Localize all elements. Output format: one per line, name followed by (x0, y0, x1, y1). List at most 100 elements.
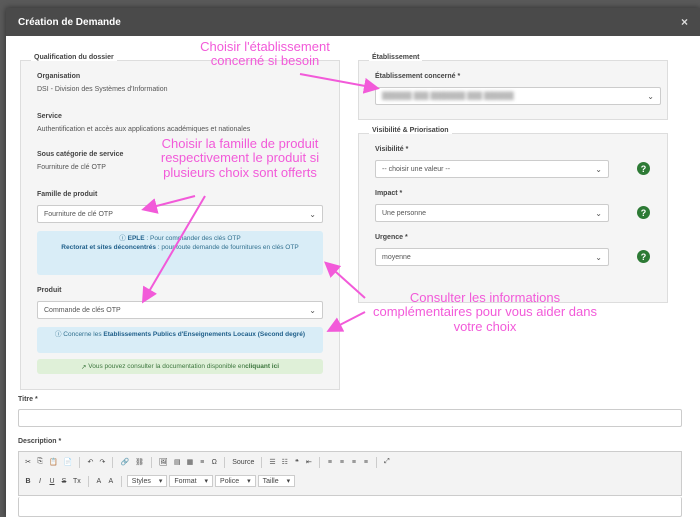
produit-info-box: ⓘ Concerne les Etablissements Publics d'… (37, 327, 323, 353)
italic-button[interactable]: I (35, 475, 45, 487)
toolbar-separator (261, 456, 263, 468)
produit-value: Commande de clés OTP (44, 306, 121, 314)
remove-format-button[interactable]: Tx (71, 475, 83, 487)
chevron-down-icon: ▾ (204, 478, 209, 485)
visibilite-label: Visibilité * (375, 146, 409, 153)
info1-text2: : pour toute demande de fournitures en c… (155, 244, 299, 252)
text-color-button[interactable]: A (94, 475, 104, 487)
chevron-down-icon: ⌄ (595, 252, 602, 262)
qualification-legend: Qualification du dossier (31, 54, 117, 61)
styles-combo[interactable]: Styles ▾ (126, 475, 168, 487)
styles-label: Styles (131, 477, 151, 485)
justify-icon[interactable]: ≡ (361, 456, 371, 468)
etablissement-fieldset: Établissement Établissement concerné * █… (358, 54, 668, 120)
titre-input[interactable] (18, 409, 682, 427)
chevron-down-icon: ▾ (247, 478, 251, 485)
service-value: Authentification et accès aux applicatio… (37, 126, 251, 133)
toolbar-separator (375, 456, 377, 468)
annotation-etablissement: Choisir l'établissement concerné si beso… (200, 39, 330, 69)
impact-value: Une personne (382, 209, 426, 217)
chevron-down-icon: ⌄ (309, 305, 316, 315)
annotation-famille-produit: Choisir la famille de produit respective… (160, 136, 320, 180)
help-icon[interactable]: ? (637, 250, 650, 263)
numbered-list-icon[interactable]: ☰ (267, 456, 277, 468)
help-icon[interactable]: ? (637, 162, 650, 175)
toolbar-separator (151, 456, 153, 468)
produit-select[interactable]: Commande de clés OTP ⌄ (37, 301, 323, 319)
strike-button[interactable]: S (59, 475, 69, 487)
info1-bold: EPLE (127, 235, 145, 242)
toolbar-separator (120, 475, 122, 487)
editor-toolbar: ✂ ⎘ 📋 📄 ↶ ↷ 🔗 ⛓ 🖼 ▤ ▦ ≡ Ω Source ☰ ☷ ❝ ⇤ ≡ ≡ ≡ ≡ ⤢ B I U S Tx … (18, 451, 682, 496)
etablissement-select[interactable]: ██████ ███ ███████ ███ ██████ ⌄ (375, 87, 661, 105)
etablissement-value: ██████ ███ ███████ ███ ██████ (382, 92, 514, 100)
titre-label: Titre * (18, 396, 38, 403)
toolbar-row-1: ✂ ⎘ 📋 📄 ↶ ↷ 🔗 ⛓ 🖼 ▤ ▦ ≡ Ω Source ☰ ☷ ❝ ⇤ ≡ ≡ ≡ ≡ ⤢ (23, 455, 392, 469)
famille-produit-label: Famille de produit (37, 191, 98, 198)
format-combo[interactable]: Format ▾ (169, 475, 214, 487)
sous-categorie-label: Sous catégorie de service (37, 151, 124, 158)
underline-button[interactable]: U (47, 475, 57, 487)
impact-select[interactable]: Une personne ⌄ (375, 204, 609, 222)
source-button[interactable]: Source (230, 456, 256, 468)
paste-icon[interactable]: 📋 (47, 456, 60, 468)
align-right-icon[interactable]: ≡ (349, 456, 359, 468)
description-label: Description * (18, 438, 62, 445)
priorisation-fieldset: Visibilité & Priorisation Visibilité * -… (358, 127, 668, 303)
creation-demande-modal: Création de Demande × Qualification du d… (6, 8, 700, 517)
unlink-icon[interactable]: ⛓ (133, 456, 146, 468)
famille-produit-select[interactable]: Fourniture de clé OTP ⌄ (37, 205, 323, 223)
taille-label: Taille (262, 477, 279, 485)
cut-icon[interactable]: ✂ (23, 456, 33, 468)
organisation-label: Organisation (37, 73, 81, 80)
police-combo[interactable]: Police ▾ (215, 475, 256, 487)
hline-icon[interactable]: ≡ (197, 456, 207, 468)
qualification-fieldset: Qualification du dossier Organisation DS… (20, 54, 340, 390)
description-editor[interactable] (18, 497, 682, 517)
outdent-icon[interactable]: ⇤ (304, 456, 314, 468)
redo-icon[interactable]: ↷ (97, 456, 107, 468)
sous-categorie-value: Fourniture de clé OTP (37, 164, 106, 171)
maximize-icon[interactable]: ⤢ (382, 456, 392, 468)
bold-button[interactable]: B (23, 475, 33, 487)
chevron-down-icon: ⌄ (595, 164, 602, 174)
link-icon[interactable]: 🔗 (118, 456, 131, 468)
toolbar-separator (112, 456, 114, 468)
bg-color-button[interactable]: A (106, 475, 116, 487)
close-icon[interactable]: × (681, 15, 688, 29)
image-icon[interactable]: 🖼 (157, 456, 170, 468)
modal-body: Qualification du dossier Organisation DS… (6, 36, 700, 517)
paste-text-icon[interactable]: 📄 (62, 456, 75, 468)
align-center-icon[interactable]: ≡ (337, 456, 347, 468)
table-insert-icon[interactable]: ▦ (185, 456, 196, 468)
modal-header: Création de Demande × (6, 8, 700, 36)
format-label: Format (174, 477, 197, 485)
undo-icon[interactable]: ↶ (85, 456, 95, 468)
etablissement-legend: Établissement (369, 54, 423, 61)
visibilite-value: -- choisir une valeur -- (382, 165, 451, 173)
special-char-icon[interactable]: Ω (209, 456, 219, 468)
etablissement-label: Établissement concerné * (375, 73, 461, 80)
doc-text: Vous pouvez consulter la documentation d… (88, 363, 246, 370)
doc-link[interactable]: cliquant ici (245, 363, 279, 370)
chevron-down-icon: ⌄ (595, 208, 602, 218)
align-left-icon[interactable]: ≡ (325, 456, 335, 468)
copy-icon[interactable]: ⎘ (35, 456, 45, 468)
visibilite-select[interactable]: -- choisir une valeur -- ⌄ (375, 160, 609, 178)
toolbar-row-2: B I U S Tx A A Styles ▾ Format ▾ Police ▾ T… (23, 474, 296, 488)
organisation-value: DSI - Division des Systèmes d'Informatio… (37, 86, 168, 93)
taille-combo[interactable]: Taille ▾ (257, 475, 296, 487)
blockquote-icon[interactable]: ❝ (292, 456, 302, 468)
chevron-down-icon: ▾ (286, 478, 291, 485)
toolbar-separator (79, 456, 81, 468)
police-label: Police (220, 477, 240, 485)
table-icon[interactable]: ▤ (172, 456, 183, 468)
urgence-select[interactable]: moyenne ⌄ (375, 248, 609, 266)
external-link-icon: ↗ (80, 363, 89, 371)
service-label: Service (37, 113, 62, 120)
produit-label: Produit (37, 287, 62, 294)
bulleted-list-icon[interactable]: ☷ (280, 456, 290, 468)
info1-bold2: Rectorat et sites déconcentrés (61, 244, 156, 252)
help-icon[interactable]: ? (637, 206, 650, 219)
chevron-down-icon: ⌄ (647, 91, 654, 101)
